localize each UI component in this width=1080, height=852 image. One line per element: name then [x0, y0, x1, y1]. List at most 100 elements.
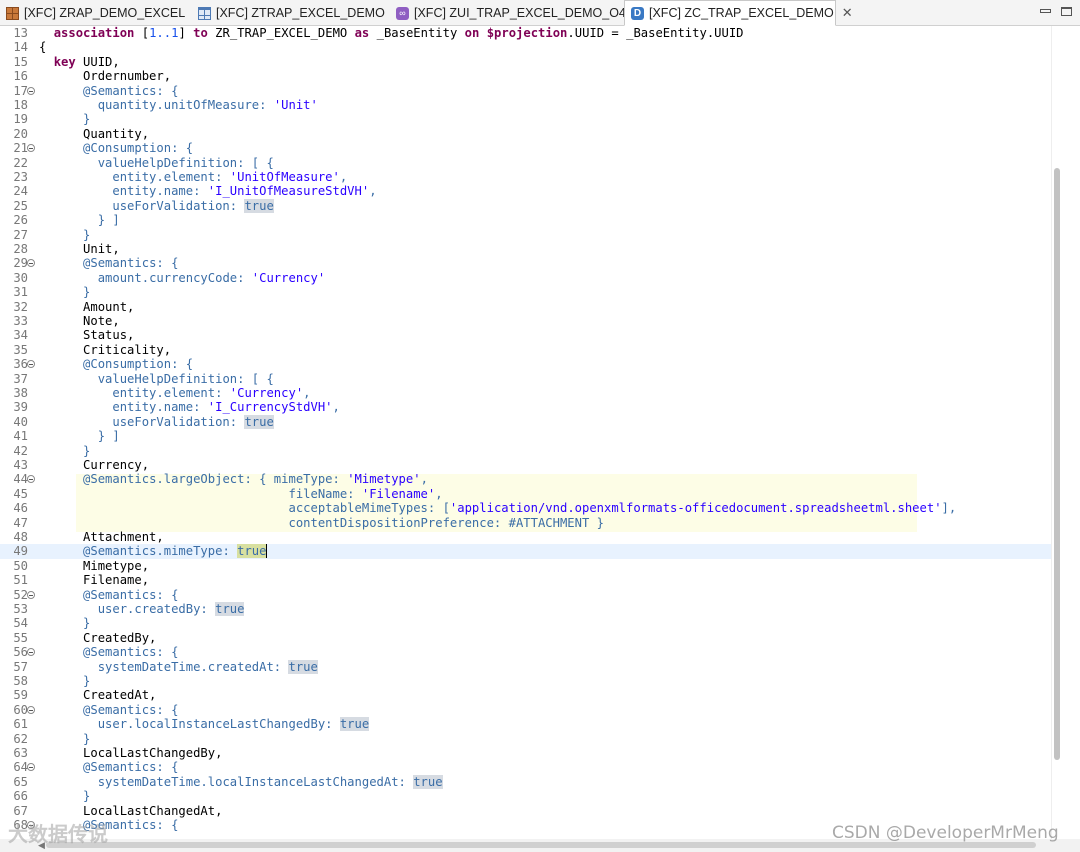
fold-toggle-icon[interactable]	[27, 144, 35, 153]
code-token: @Semantics: {	[83, 702, 179, 717]
line-number: 27	[13, 227, 28, 242]
code-line[interactable]: 27 }	[0, 228, 1052, 242]
code-line[interactable]: 60 @Semantics: {	[0, 703, 1052, 717]
code-line[interactable]: 51 Filename,	[0, 573, 1052, 587]
code-line[interactable]: 63 LocalLastChangedBy,	[0, 746, 1052, 760]
code-line[interactable]: 65 systemDateTime.localInstanceLastChang…	[0, 774, 1052, 789]
maximize-button[interactable]	[1061, 7, 1072, 16]
code-line[interactable]: 43 Currency,	[0, 458, 1052, 472]
code-line[interactable]: 44 @Semantics.largeObject: { mimeType: '…	[0, 472, 1052, 486]
code-line[interactable]: 45 fileName: 'Filename',	[0, 487, 1052, 501]
code-line[interactable]: 55 CreatedBy,	[0, 631, 1052, 645]
tab-zui-trap-excel-demo-o4[interactable]: ∞ [XFC] ZUI_TRAP_EXCEL_DEMO_O4	[390, 0, 626, 26]
code-text: Criticality,	[39, 343, 171, 357]
code-line[interactable]: 31 }	[0, 285, 1052, 299]
code-line[interactable]: 16 Ordernumber,	[0, 69, 1052, 83]
fold-toggle-icon[interactable]	[27, 259, 35, 268]
code-line[interactable]: 67 LocalLastChangedAt,	[0, 804, 1052, 818]
code-line[interactable]: 34 Status,	[0, 328, 1052, 342]
code-text: user.localInstanceLastChangedBy: true	[39, 717, 370, 732]
code-line[interactable]: 49 @Semantics.mimeType: true	[0, 544, 1052, 559]
code-line[interactable]: 40 useForValidation: true	[0, 414, 1052, 429]
fold-toggle-icon[interactable]	[27, 763, 35, 772]
code-text: contentDispositionPreference: #ATTACHMEN…	[39, 516, 604, 530]
fold-toggle-icon[interactable]	[27, 86, 35, 95]
code-text: LocalLastChangedBy,	[39, 746, 222, 760]
code-line[interactable]: 56 @Semantics: {	[0, 645, 1052, 659]
code-line[interactable]: 62 }	[0, 732, 1052, 746]
code-line[interactable]: 47 contentDispositionPreference: #ATTACH…	[0, 516, 1052, 530]
code-line[interactable]: 32 Amount,	[0, 300, 1052, 314]
code-line[interactable]: 64 @Semantics: {	[0, 760, 1052, 774]
line-number: 53	[13, 602, 28, 616]
code-line[interactable]: 48 Attachment,	[0, 530, 1052, 544]
code-line[interactable]: 39 entity.name: 'I_CurrencyStdVH',	[0, 400, 1052, 414]
code-line[interactable]: 30 amount.currencyCode: 'Currency'	[0, 271, 1052, 285]
code-line[interactable]: 21 @Consumption: {	[0, 141, 1052, 155]
code-editor[interactable]: 13 association [1..1] to ZR_TRAP_EXCEL_D…	[0, 26, 1080, 839]
code-text: entity.element: 'UnitOfMeasure',	[39, 170, 347, 184]
tab-zrap-demo-excel[interactable]: [XFC] ZRAP_DEMO_EXCEL	[0, 0, 190, 26]
code-line[interactable]: 54 }	[0, 616, 1052, 630]
code-line[interactable]: 50 Mimetype,	[0, 559, 1052, 573]
tab-zc-trap-excel-demo[interactable]: D [XFC] ZC_TRAP_EXCEL_DEMO ✕	[624, 0, 853, 26]
code-text: Mimetype,	[39, 559, 149, 573]
fold-toggle-icon[interactable]	[27, 590, 35, 599]
tab-ztrap-excel-demo[interactable]: [XFC] ZTRAP_EXCEL_DEMO	[192, 0, 388, 26]
code-line[interactable]: 61 user.localInstanceLastChangedBy: true	[0, 717, 1052, 732]
fold-toggle-icon[interactable]	[27, 705, 35, 714]
line-number: 47	[13, 515, 28, 530]
code-line[interactable]: 59 CreatedAt,	[0, 688, 1052, 702]
vertical-scrollbar-thumb[interactable]	[1054, 168, 1060, 760]
fold-toggle-icon[interactable]	[27, 648, 35, 657]
minimize-button[interactable]	[1040, 9, 1051, 13]
code-line[interactable]: 58 }	[0, 674, 1052, 688]
code-text: amount.currencyCode: 'Currency'	[39, 271, 325, 285]
code-line[interactable]: 23 entity.element: 'UnitOfMeasure',	[0, 170, 1052, 184]
code-line[interactable]: 33 Note,	[0, 314, 1052, 328]
code-line[interactable]: 46 acceptableMimeTypes: ['application/vn…	[0, 501, 1052, 515]
code-line[interactable]: 52 @Semantics: {	[0, 588, 1052, 602]
code-line[interactable]: 22 valueHelpDefinition: [ {	[0, 156, 1052, 170]
fold-toggle-icon[interactable]	[27, 360, 35, 369]
code-token: true	[215, 602, 245, 616]
code-line[interactable]: 42 }	[0, 444, 1052, 458]
code-token: }	[83, 227, 91, 242]
code-line[interactable]: 28 Unit,	[0, 242, 1052, 256]
code-line[interactable]: 25 useForValidation: true	[0, 198, 1052, 213]
code-line[interactable]: 36 @Consumption: {	[0, 357, 1052, 371]
tab-label: [XFC] ZC_TRAP_EXCEL_DEMO	[649, 6, 834, 20]
line-number: 15	[13, 54, 28, 69]
code-line[interactable]: 38 entity.element: 'Currency',	[0, 386, 1052, 400]
code-token: 'Filename'	[361, 486, 436, 501]
close-icon[interactable]: ✕	[842, 5, 853, 21]
code-line[interactable]: 13 association [1..1] to ZR_TRAP_EXCEL_D…	[0, 26, 1052, 40]
code-line[interactable]: 17 @Semantics: {	[0, 84, 1052, 98]
code-text: @Semantics: {	[39, 645, 178, 659]
code-line[interactable]: 35 Criticality,	[0, 343, 1052, 357]
code-line[interactable]: 57 systemDateTime.createdAt: true	[0, 659, 1052, 674]
code-line[interactable]: 41 } ]	[0, 429, 1052, 443]
code-line[interactable]: 29 @Semantics: {	[0, 256, 1052, 270]
code-line[interactable]: 37 valueHelpDefinition: [ {	[0, 372, 1052, 386]
fold-toggle-icon[interactable]	[27, 475, 35, 484]
code-line[interactable]: 19 }	[0, 112, 1052, 126]
code-line[interactable]: 53 user.createdBy: true	[0, 602, 1052, 616]
code-line[interactable]: 66 }	[0, 789, 1052, 803]
line-number: 37	[13, 371, 28, 386]
code-line[interactable]: 14 {	[0, 40, 1052, 54]
code-line[interactable]: 26 } ]	[0, 213, 1052, 227]
code-token: valueHelpDefinition: [ {	[97, 155, 274, 170]
code-text: @Semantics.largeObject: { mimeType: 'Mim…	[39, 472, 428, 486]
code-line[interactable]: 24 entity.name: 'I_UnitOfMeasureStdVH',	[0, 184, 1052, 198]
code-token: }	[83, 674, 91, 688]
code-line[interactable]: 18 quantity.unitOfMeasure: 'Unit'	[0, 98, 1052, 112]
code-line[interactable]: 15 key UUID,	[0, 55, 1052, 69]
code-line[interactable]: 20 Quantity,	[0, 127, 1052, 141]
code-text: }	[39, 674, 90, 688]
code-text: @Consumption: {	[39, 357, 193, 371]
